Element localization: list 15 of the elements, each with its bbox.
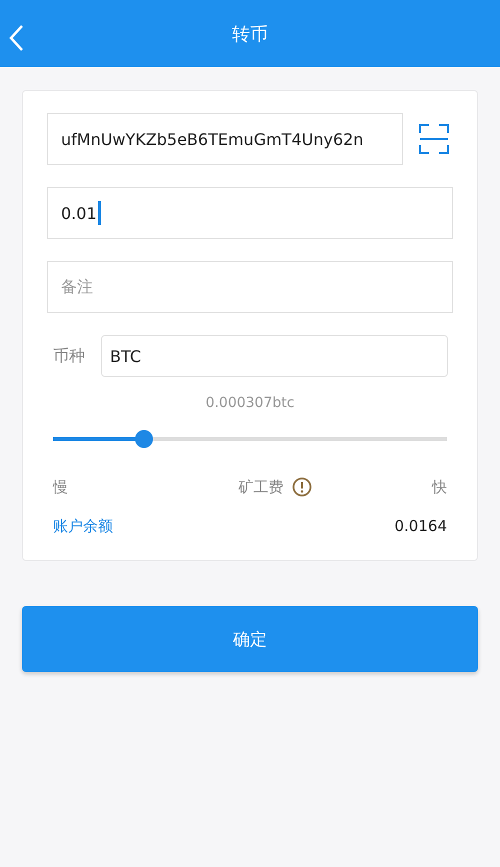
- fee-label: 矿工费: [238, 478, 284, 496]
- currency-field[interactable]: BTC: [101, 335, 448, 377]
- amount-field[interactable]: 0.01: [47, 187, 453, 239]
- fee-reading: 0.000307btc: [206, 395, 294, 411]
- info-icon[interactable]: [292, 477, 312, 497]
- scan-icon[interactable]: [419, 124, 449, 154]
- fast-label: 快: [432, 478, 447, 496]
- fee-slider[interactable]: [53, 430, 447, 448]
- balance-label: 账户余额: [53, 517, 113, 536]
- slow-label: 慢: [53, 478, 68, 496]
- page-title: 转币: [232, 22, 268, 46]
- currency-label: 币种: [53, 346, 85, 366]
- address-field[interactable]: ufMnUwYKZb5eB6TEmuGmT4Uny62n: [47, 113, 403, 165]
- balance-value: 0.0164: [394, 517, 447, 536]
- back-icon[interactable]: [8, 24, 24, 52]
